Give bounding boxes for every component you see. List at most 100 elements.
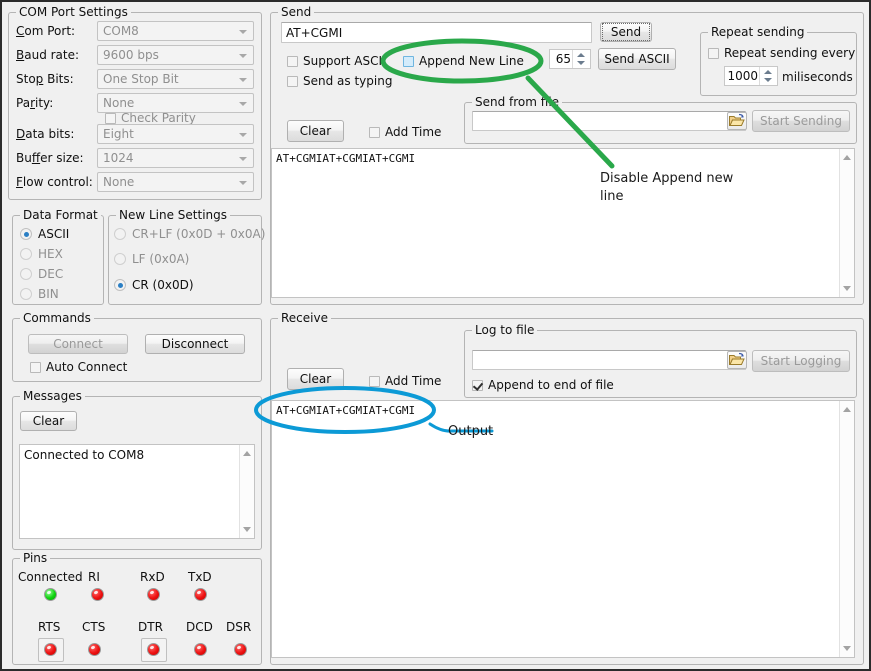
buffer-size-combo[interactable]: 1024 xyxy=(97,148,254,168)
flow-control-value: None xyxy=(103,175,134,189)
spinner-down-icon[interactable] xyxy=(764,78,772,82)
stop-bits-value: One Stop Bit xyxy=(103,72,179,86)
connect-button[interactable]: Connect xyxy=(28,334,128,354)
send-log-textarea[interactable]: AT+CGMIAT+CGMIAT+CGMI xyxy=(271,148,855,298)
support-ascii-label: Support ASCII xyxy=(303,54,386,68)
chevron-down-icon xyxy=(239,54,247,58)
chevron-down-icon xyxy=(239,102,247,106)
log-to-file-browse-button[interactable] xyxy=(727,351,747,369)
send-input-value: AT+CGMI xyxy=(286,26,342,40)
radio-label: DEC xyxy=(38,267,63,281)
chevron-down-icon xyxy=(239,133,247,137)
checkbox-box xyxy=(30,362,41,373)
pin-label-dcd: DCD xyxy=(186,620,213,634)
disconnect-button[interactable]: Disconnect xyxy=(145,334,245,354)
append-new-line-checkbox[interactable]: Append New Line xyxy=(403,54,524,68)
messages-textarea[interactable]: Connected to COM8 xyxy=(19,444,255,539)
parity-combo[interactable]: None xyxy=(97,93,254,113)
ascii-code-value: 65 xyxy=(556,52,571,66)
radio-data-format-ascii[interactable]: ASCII xyxy=(20,227,69,241)
start-logging-label: Start Logging xyxy=(761,354,842,368)
check-parity-checkbox[interactable]: Check Parity xyxy=(105,111,196,125)
pin-label-txd: TxD xyxy=(188,570,212,584)
checkbox-box xyxy=(472,380,483,391)
receive-clear-label: Clear xyxy=(300,372,331,386)
pin-led-rts xyxy=(44,643,57,656)
pin-label-dtr: DTR xyxy=(138,620,163,634)
data-format-title: Data Format xyxy=(20,208,101,222)
spinner-buttons[interactable] xyxy=(572,50,589,68)
start-logging-button[interactable]: Start Logging xyxy=(752,350,850,372)
pin-label-ri: RI xyxy=(88,570,100,584)
spinner-down-icon[interactable] xyxy=(577,61,585,65)
spinner-buttons[interactable] xyxy=(759,67,776,85)
repeat-sending-title: Repeat sending xyxy=(708,25,807,39)
spinner-up-icon[interactable] xyxy=(577,53,585,57)
radio-data-format-dec[interactable]: DEC xyxy=(20,267,63,281)
send-clear-button[interactable]: Clear xyxy=(287,120,344,142)
radio-data-format-bin[interactable]: BIN xyxy=(20,287,59,301)
stop-bits-combo[interactable]: One Stop Bit xyxy=(97,69,254,89)
buffer-size-value: 1024 xyxy=(103,151,134,165)
send-as-typing-checkbox[interactable]: Send as typing xyxy=(287,74,392,88)
window-border-top xyxy=(0,0,871,2)
radio-newline-lf[interactable]: LF (0x0A) xyxy=(114,252,189,266)
scroll-up-icon[interactable] xyxy=(843,407,851,412)
scroll-down-icon[interactable] xyxy=(243,527,251,532)
scroll-up-icon[interactable] xyxy=(843,155,851,160)
repeat-sending-checkbox[interactable]: Repeat sending every xyxy=(708,46,855,60)
buffer-size-label: Buffer size: xyxy=(16,151,84,165)
radio-newline-cr[interactable]: CR (0x0D) xyxy=(114,278,194,292)
pin-led-txd xyxy=(194,588,207,601)
send-button[interactable]: Send xyxy=(600,22,652,42)
baud-rate-label: Baud rate: xyxy=(16,48,79,62)
baud-rate-value: 9600 bps xyxy=(103,48,159,62)
receive-log-scrollbar[interactable] xyxy=(839,401,854,657)
radio-newline-crlf[interactable]: CR+LF (0x0D + 0x0A) xyxy=(114,227,265,241)
receive-add-time-checkbox[interactable]: Add Time xyxy=(369,374,441,388)
log-to-file-path-input[interactable] xyxy=(472,350,746,370)
check-parity-label: Check Parity xyxy=(121,111,196,125)
send-add-time-checkbox[interactable]: Add Time xyxy=(369,125,441,139)
pin-led-ri xyxy=(91,588,104,601)
auto-connect-checkbox[interactable]: Auto Connect xyxy=(30,360,127,374)
receive-log-textarea[interactable]: AT+CGMIAT+CGMIAT+CGMI xyxy=(271,400,855,658)
data-bits-combo[interactable]: Eight xyxy=(97,124,254,144)
scroll-down-icon[interactable] xyxy=(843,286,851,291)
start-sending-button[interactable]: Start Sending xyxy=(752,110,850,132)
messages-scrollbar[interactable] xyxy=(239,445,254,538)
send-from-file-path-input[interactable] xyxy=(472,111,746,131)
receive-add-time-label: Add Time xyxy=(385,374,441,388)
send-ascii-button[interactable]: Send ASCII xyxy=(598,48,676,70)
messages-clear-button[interactable]: Clear xyxy=(20,411,77,431)
checkbox-box xyxy=(369,376,380,387)
connect-button-label: Connect xyxy=(53,337,103,351)
com-port-settings-title: COM Port Settings xyxy=(16,5,131,19)
send-log-scrollbar[interactable] xyxy=(839,149,854,297)
scroll-down-icon[interactable] xyxy=(843,646,851,651)
chevron-down-icon xyxy=(239,78,247,82)
repeat-interval-spinner[interactable]: 1000 xyxy=(724,66,778,86)
radio-data-format-hex[interactable]: HEX xyxy=(20,247,63,261)
spinner-up-icon[interactable] xyxy=(764,70,772,74)
folder-open-icon xyxy=(728,352,746,368)
com-port-combo[interactable]: COM8 xyxy=(97,21,254,41)
scroll-up-icon[interactable] xyxy=(243,451,251,456)
ascii-code-spinner[interactable]: 65 xyxy=(549,49,591,69)
pin-label-connected: Connected xyxy=(18,570,83,584)
support-ascii-checkbox[interactable]: Support ASCII xyxy=(287,54,386,68)
flow-control-combo[interactable]: None xyxy=(97,172,254,192)
messages-title: Messages xyxy=(20,389,85,403)
append-to-end-of-file-checkbox[interactable]: Append to end of file xyxy=(472,378,614,392)
chevron-down-icon xyxy=(239,30,247,34)
send-from-file-browse-button[interactable] xyxy=(727,112,747,130)
checkbox-box xyxy=(287,76,298,87)
baud-rate-combo[interactable]: 9600 bps xyxy=(97,45,254,65)
radio-box xyxy=(20,228,32,240)
append-new-line-label: Append New Line xyxy=(419,54,524,68)
pin-label-rts: RTS xyxy=(38,620,60,634)
log-to-file-title: Log to file xyxy=(472,323,537,337)
radio-label: HEX xyxy=(38,247,63,261)
send-input[interactable]: AT+CGMI xyxy=(281,22,592,43)
receive-clear-button[interactable]: Clear xyxy=(287,368,344,390)
